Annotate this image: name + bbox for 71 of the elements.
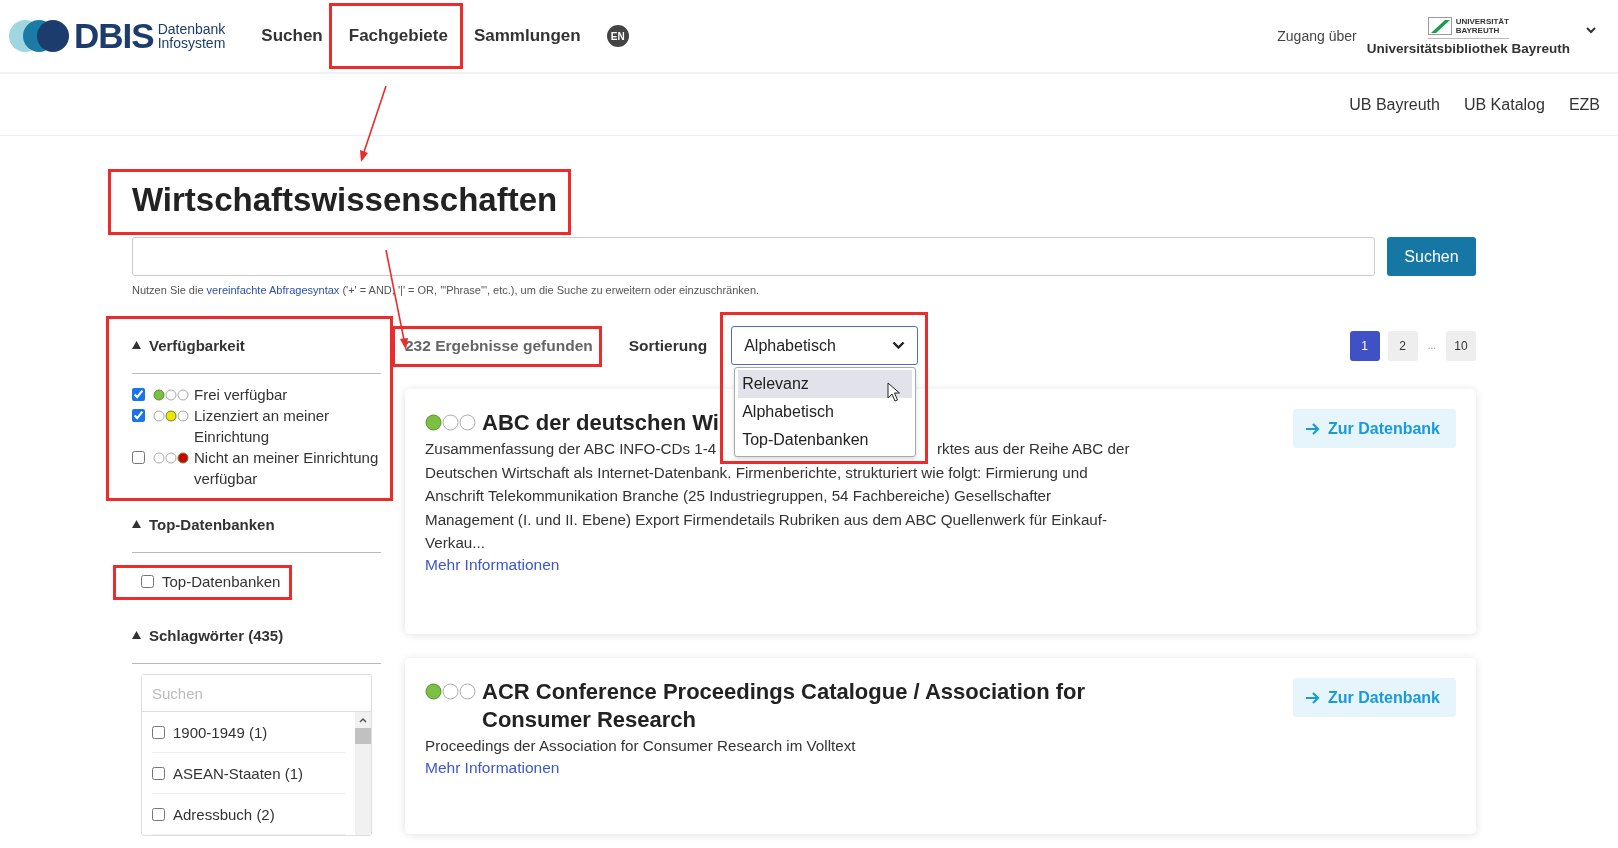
checkbox[interactable] [132,409,145,422]
filter-heading[interactable]: Top-Datenbanken [149,515,275,533]
database-description: Deutschen Wirtschaft als Internet-Datenbank. Firmenberichte, strukturiert wie folgt: Firmierung und [425,462,1088,483]
checkbox[interactable] [152,807,165,821]
database-description: Zusammenfassung der ABC INFO-CDs 1-4 [425,439,717,459]
filter-label: Top-Datenbanken [162,572,281,592]
sort-option[interactable]: Top-Datenbanken [735,426,916,454]
page-button[interactable]: 2 [1387,330,1418,361]
university-logo-icon [1427,16,1452,35]
checkbox[interactable] [141,575,154,588]
chevron-down-icon[interactable] [1586,26,1596,34]
nav-link[interactable]: Fachgebiete [348,26,448,45]
institution-name[interactable]: Universitätsbibliothek Bayreuth [1366,40,1570,56]
logo-subtitle: Infosystem [157,36,226,50]
access-label: Zugang über [1277,28,1357,44]
mouse-pointer-icon [887,382,901,402]
sort-option[interactable]: Relevanz [738,370,913,398]
chevron-down-icon [892,341,906,350]
filter-label: Lizenziert an meiner Einrichtung [194,406,331,447]
university-logo-text: UNIVERSITÄT [1455,16,1509,26]
university-logo-text: BAYREUTH [1455,25,1501,35]
collapse-icon[interactable] [132,631,141,639]
keyword-label: ASEAN-Staaten (1) [173,764,304,782]
database-description: Management (I. und II. Ebene) Export Firmendetails Rubriken aus dem ABC Quellenwerk für Einkauf- [425,509,1108,530]
page-button[interactable]: 10 [1446,330,1476,361]
checkbox[interactable] [132,388,145,401]
arrow-right-icon [1305,690,1320,705]
page-title: Wirtschaftswissenschaften [132,181,558,219]
keyword-label: 1900-1949 (1) [173,723,268,741]
checkbox[interactable] [152,725,165,739]
search-hint: Nutzen Sie die vereinfachte Abfragesyntax ('+' = AND, '|' = OR, '"Phrase"', etc.), um die Suche zu erweitern oder einzuschränken. [132,284,761,296]
logo-text: DBIS [74,16,154,56]
arrow-right-icon [1305,421,1320,436]
database-description: Anschrift Telekommunikation Branche (25 Industriegruppen, 54 Fachbereiche) Gesellschafter [425,486,1052,506]
nav-link[interactable]: Sammlungen [473,26,581,45]
checkbox[interactable] [152,766,165,780]
language-button[interactable]: EN [606,25,629,47]
database-description: Verkau... [425,533,485,553]
filter-heading[interactable]: Schlagwörter (435) [149,626,284,644]
filter-label: Frei verfügbar [194,385,288,405]
sort-option[interactable]: Alphabetisch [735,398,916,426]
scroll-up-icon[interactable] [358,715,368,725]
pagination-ellipsis: ... [1426,340,1437,351]
database-title[interactable]: ABC der deutschen Wi [482,409,719,437]
page-button[interactable]: 1 [1349,330,1380,361]
logo-subtitle: Datenbank [157,22,226,36]
scrollbar[interactable] [355,712,371,835]
database-description: Proceedings der Association for Consumer Research im Volltext [425,736,856,756]
scrollbar-thumb[interactable] [355,728,371,744]
result-count: 232 Ergebnisse gefunden [405,336,593,354]
service-link[interactable]: UB Bayreuth [1349,95,1440,114]
service-link[interactable]: UB Katalog [1463,95,1545,114]
keyword-label: Adressbuch (2) [173,805,275,823]
database-description: rktes aus der Reihe ABC der [937,439,1130,459]
database-title[interactable]: ACR Conference Proceedings Catalogue / Association for Consumer Research [482,678,1182,734]
more-info-link[interactable]: Mehr Informationen [425,758,560,777]
collapse-icon[interactable] [132,341,141,349]
checkbox[interactable] [132,451,145,464]
filter-label: Nicht an meiner Einrichtung verfügbar [194,448,380,489]
sort-label: Sortierung [628,336,708,355]
more-info-link[interactable]: Mehr Informationen [425,555,560,574]
sort-select[interactable]: Alphabetisch [731,326,919,365]
collapse-icon[interactable] [132,520,141,528]
nav-link[interactable]: Suchen [261,26,323,45]
search-field[interactable] [132,237,1375,276]
logo-circles-icon [8,19,70,53]
filter-heading[interactable]: Verfügbarkeit [149,336,245,354]
keyword-search-field[interactable]: Suchen [142,675,371,712]
syntax-link[interactable]: vereinfachte Abfragesyntax [206,284,340,296]
search-button[interactable]: Suchen [1387,237,1476,276]
service-link[interactable]: EZB [1568,95,1600,114]
